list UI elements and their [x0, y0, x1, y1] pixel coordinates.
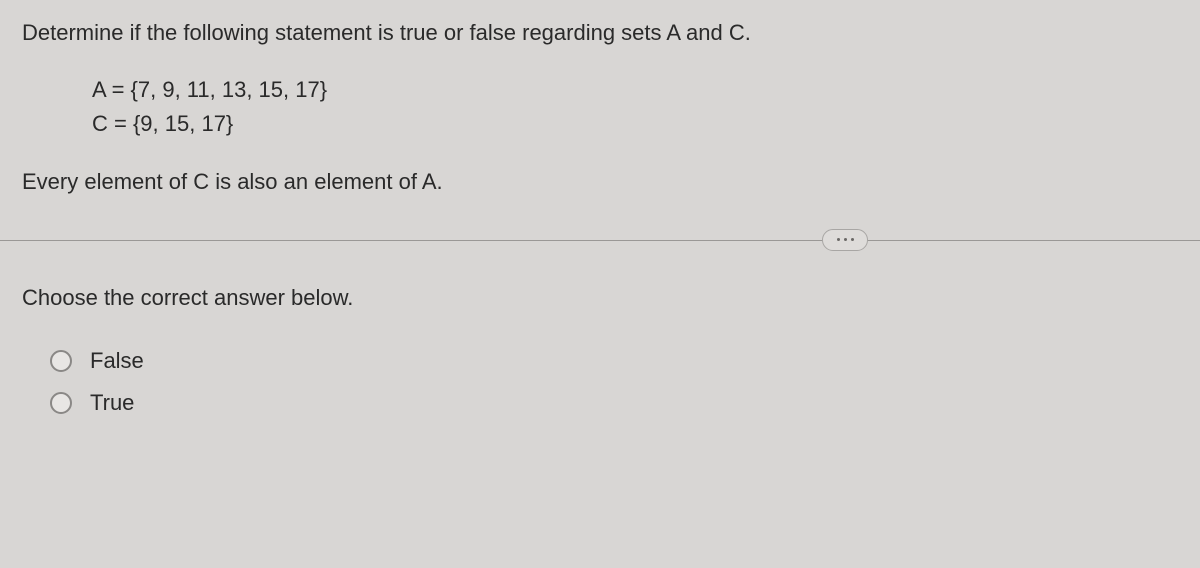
set-a-line: A = {7, 9, 11, 13, 15, 17}: [92, 73, 1178, 107]
option-label: False: [90, 348, 144, 374]
section-divider: [22, 240, 1178, 241]
set-c-line: C = {9, 15, 17}: [92, 107, 1178, 141]
divider-line: [0, 240, 1200, 241]
sets-definition: A = {7, 9, 11, 13, 15, 17} C = {9, 15, 1…: [22, 73, 1178, 141]
option-label: True: [90, 390, 134, 416]
more-options-button[interactable]: [822, 229, 868, 251]
option-true[interactable]: True: [50, 390, 1178, 416]
option-false[interactable]: False: [50, 348, 1178, 374]
answer-options: False True: [22, 348, 1178, 416]
answer-prompt: Choose the correct answer below.: [22, 283, 1178, 314]
ellipsis-dot-icon: [851, 238, 854, 241]
radio-icon: [50, 350, 72, 372]
ellipsis-dot-icon: [844, 238, 847, 241]
question-statement: Every element of C is also an element of…: [22, 167, 1178, 198]
question-prompt: Determine if the following statement is …: [22, 18, 1178, 49]
radio-icon: [50, 392, 72, 414]
ellipsis-dot-icon: [837, 238, 840, 241]
